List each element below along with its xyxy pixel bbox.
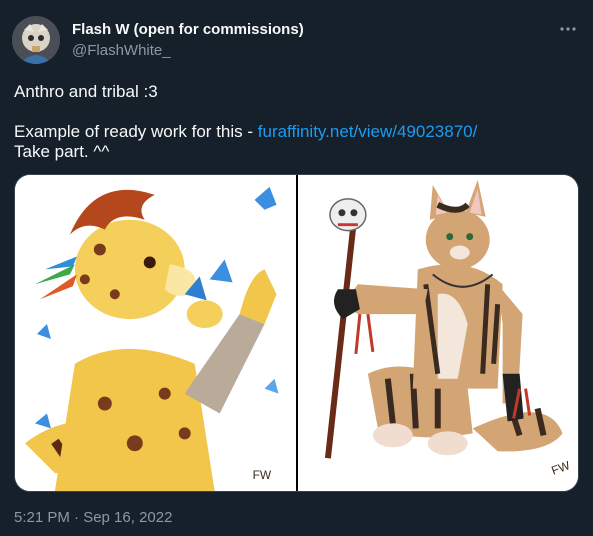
tweet-text: Anthro and tribal :3 Example of ready wo… (14, 82, 579, 162)
author-display-name[interactable]: Flash W (open for commissions) (72, 21, 304, 38)
tweet: Flash W (open for commissions) @FlashWhi… (0, 0, 593, 536)
tweet-line-3: Take part. ^^ (14, 142, 110, 161)
furaffinity-link[interactable]: furaffinity.net/view/49023870/ (258, 122, 478, 141)
more-options-button[interactable] (557, 20, 579, 38)
tweet-line-2: Example of ready work for this - furaffi… (14, 122, 579, 142)
tweet-timestamp[interactable]: 5:21 PM · Sep 16, 2022 (14, 509, 172, 526)
cheetah-artwork-image: FW (15, 175, 296, 491)
media-image-right[interactable]: FW (297, 175, 578, 491)
author-handle[interactable]: @FlashWhite_ (72, 42, 171, 59)
more-dots-icon (560, 27, 576, 31)
tweet-line-2-prefix: Example of ready work for this - (14, 122, 258, 141)
tabby-cat-artwork-image: FW (297, 175, 578, 491)
avatar-image (12, 16, 60, 64)
tweet-line-1: Anthro and tribal :3 (14, 82, 158, 101)
media-image-left[interactable]: FW (15, 175, 296, 491)
artist-signature-left: FW (253, 468, 272, 482)
media-gallery: FW FW (14, 174, 579, 492)
avatar[interactable] (12, 16, 60, 64)
